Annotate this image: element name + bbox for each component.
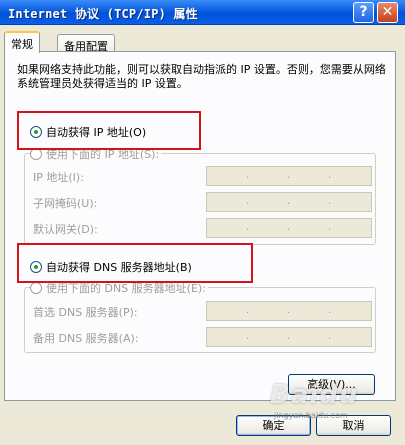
subnet-mask-field[interactable]: ... — [206, 192, 372, 212]
help-button[interactable]: ? — [353, 2, 374, 23]
advanced-button[interactable]: 高级(V)... — [288, 374, 375, 395]
manual-dns-radio[interactable] — [30, 282, 42, 294]
preferred-dns-label: 首选 DNS 服务器(P): — [33, 306, 138, 319]
title-bar[interactable]: Internet 协议 (TCP/IP) 属性 ? ✕ — [0, 0, 405, 25]
cancel-button[interactable]: 取消 — [316, 415, 391, 436]
ip-address-label: IP 地址(I): — [33, 171, 84, 184]
ip-address-field[interactable]: ... — [206, 166, 372, 186]
ok-button[interactable]: 确定 — [236, 415, 311, 436]
highlight-box-auto-dns — [17, 243, 253, 283]
preferred-dns-field[interactable]: ... — [206, 301, 372, 321]
close-button[interactable]: ✕ — [377, 2, 398, 23]
highlight-box-auto-ip — [17, 111, 201, 150]
subnet-mask-label: 子网掩码(U): — [33, 197, 98, 210]
tab-general[interactable]: 常规 — [4, 31, 40, 53]
alternate-dns-label: 备用 DNS 服务器(A): — [33, 332, 139, 345]
default-gateway-label: 默认网关(D): — [33, 223, 98, 236]
default-gateway-field[interactable]: ... — [206, 218, 372, 238]
window-title: Internet 协议 (TCP/IP) 属性 — [8, 7, 198, 21]
intro-text: 如果网络支持此功能，则可以获取自动指派的 IP 设置。否则，您需要从网络系统管理… — [17, 63, 386, 90]
alternate-dns-field[interactable]: ... — [206, 327, 372, 347]
